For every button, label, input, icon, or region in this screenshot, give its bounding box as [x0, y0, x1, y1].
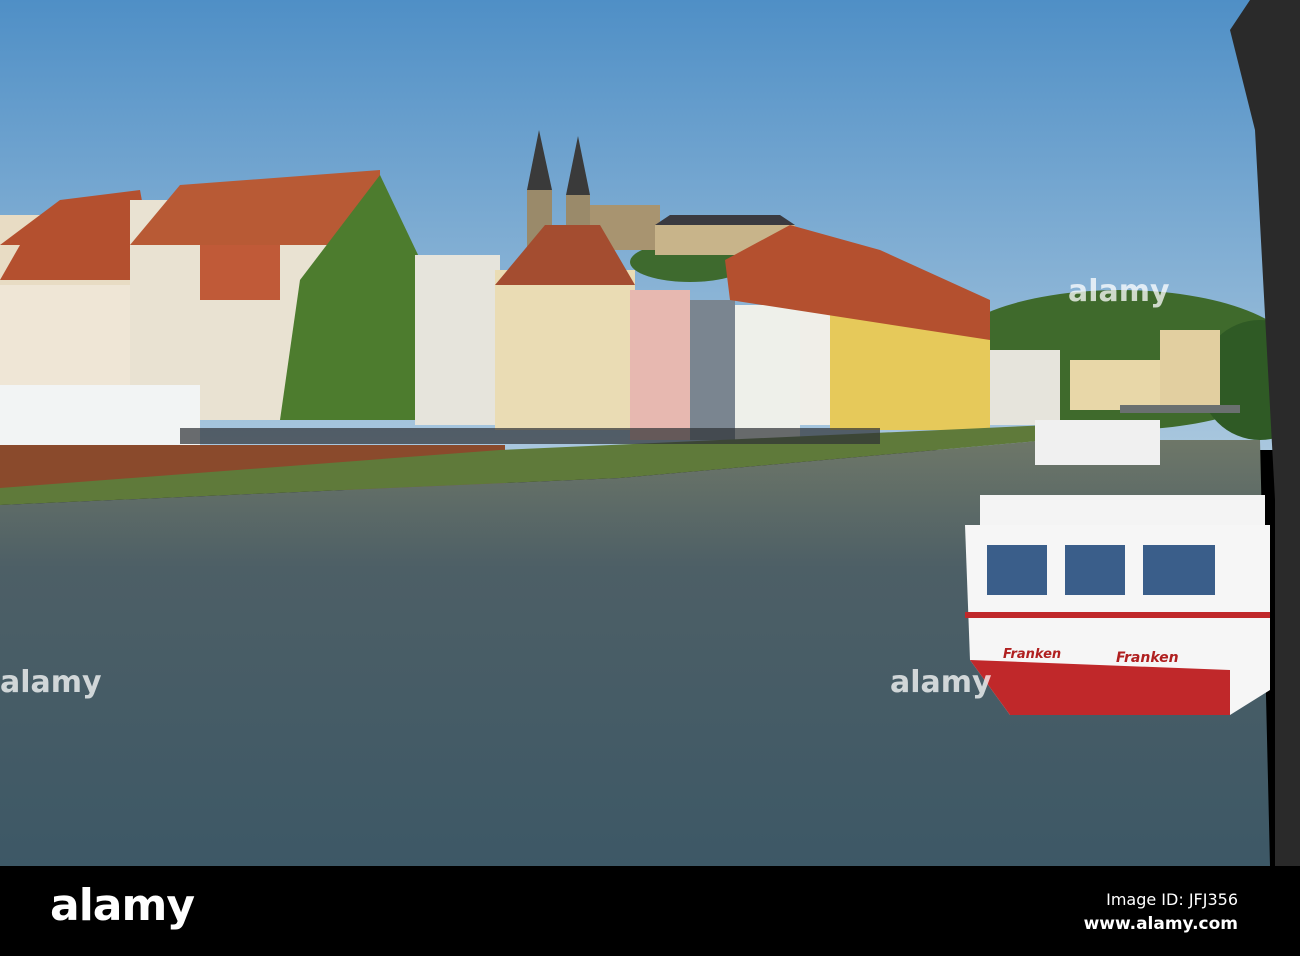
footer-bar	[0, 866, 1300, 956]
watermark-left: alamy	[0, 665, 102, 700]
alamy-logo: alamy	[50, 880, 195, 931]
boat-name-right: Franken	[1116, 650, 1179, 666]
watermark-top: alamy	[1068, 274, 1170, 309]
watermark-center: alamy	[890, 665, 992, 700]
river-town-photo: Franken Franken	[0, 0, 1300, 866]
site-url: www.alamy.com	[1083, 914, 1238, 934]
image-id: Image ID: JFJ356	[1106, 890, 1238, 909]
boat-name-left: Franken	[1003, 647, 1061, 662]
